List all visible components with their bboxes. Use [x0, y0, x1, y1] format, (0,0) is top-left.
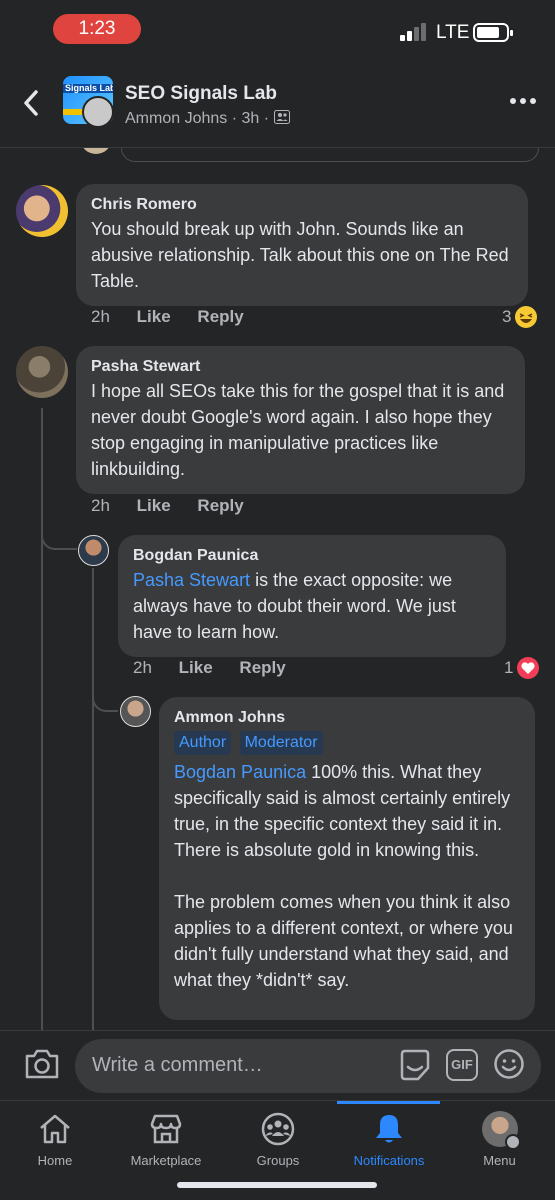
- tab-label: Home: [37, 1153, 73, 1168]
- like-button[interactable]: Like: [137, 496, 171, 515]
- groups-icon: [261, 1112, 295, 1146]
- reply-button[interactable]: Reply: [239, 658, 285, 677]
- camera-icon[interactable]: [24, 1047, 60, 1081]
- comment-text: Bogdan Paunica 100% this. What they spec…: [174, 759, 520, 863]
- thread-line: [92, 568, 94, 1030]
- group-avatar-text: Signals Lab: [65, 83, 113, 93]
- comment-bubble: Bogdan Paunica Pasha Stewart is the exac…: [118, 535, 506, 657]
- comment-composer: Write a comment… GIF: [0, 1030, 555, 1100]
- comment-bubble: Ammon Johns Author Moderator Bogdan Paun…: [159, 697, 535, 1020]
- meta-separator: ·: [263, 110, 270, 127]
- like-button[interactable]: Like: [179, 658, 213, 677]
- moderator-badge: Moderator: [239, 731, 323, 755]
- avatar[interactable]: [16, 346, 68, 398]
- comment-actions: 2h Like Reply: [133, 658, 308, 678]
- reaction-summary[interactable]: 3: [502, 306, 538, 328]
- group-name[interactable]: SEO Signals Lab: [125, 83, 277, 105]
- mention-link[interactable]: Bogdan Paunica: [174, 762, 306, 782]
- tab-label: Groups: [256, 1153, 300, 1168]
- tab-home[interactable]: Home: [0, 1101, 110, 1200]
- badge-row: Author Moderator: [174, 731, 520, 755]
- comment-author[interactable]: Chris Romero: [91, 194, 513, 216]
- comment-text: Pasha Stewart is the exact opposite: we …: [133, 567, 491, 645]
- comment-time: 2h: [91, 307, 110, 326]
- comment-time: 2h: [133, 658, 152, 677]
- post-time: 3h: [241, 110, 260, 127]
- signal-icon: [400, 23, 430, 41]
- bell-icon: [376, 1115, 402, 1143]
- comment-text: I hope all SEOs take this for the gospel…: [91, 381, 505, 479]
- battery-icon: [473, 23, 513, 42]
- comment-text: You should break up with John. Sounds li…: [91, 219, 509, 291]
- home-icon: [40, 1114, 70, 1144]
- poster-name[interactable]: Ammon Johns: [125, 110, 227, 127]
- more-options-icon[interactable]: [510, 98, 536, 106]
- comment-bubble: Chris Romero You should break up with Jo…: [76, 184, 528, 306]
- reaction-count: 1: [504, 658, 514, 677]
- poster-avatar[interactable]: [82, 96, 114, 128]
- home-indicator: [177, 1182, 377, 1188]
- sticker-icon[interactable]: [398, 1048, 432, 1082]
- gif-icon[interactable]: GIF: [446, 1049, 478, 1081]
- back-chevron-icon[interactable]: [20, 88, 42, 118]
- haha-emoji-icon: [515, 306, 538, 328]
- status-bar: 1:23 LTE: [0, 0, 555, 60]
- tab-label: Notifications: [353, 1153, 425, 1168]
- post-header: Signals Lab SEO Signals Lab Ammon Johns …: [0, 60, 555, 148]
- tab-menu[interactable]: Menu: [444, 1101, 555, 1200]
- avatar[interactable]: [16, 185, 68, 237]
- comment-author[interactable]: Pasha Stewart: [91, 356, 510, 378]
- comment-actions: 2h Like Reply: [91, 496, 266, 516]
- thread-connector: [92, 686, 118, 712]
- comment-author[interactable]: Bogdan Paunica: [133, 545, 491, 567]
- tab-label: Marketplace: [130, 1153, 202, 1168]
- network-label: LTE: [436, 22, 470, 43]
- reaction-count: 3: [502, 307, 512, 326]
- menu-avatar-icon: [481, 1111, 521, 1150]
- comment-text-paragraph: The problem comes when you think it also…: [174, 892, 513, 990]
- love-heart-icon: [517, 657, 540, 679]
- menu-lines-icon: [504, 1134, 521, 1150]
- reply-button[interactable]: Reply: [197, 496, 243, 515]
- meta-separator: ·: [231, 110, 238, 127]
- post-meta: Ammon Johns · 3h ·: [125, 110, 290, 128]
- emoji-icon[interactable]: [493, 1048, 525, 1080]
- reaction-summary[interactable]: 1: [504, 657, 540, 679]
- status-time: 1:23: [53, 14, 141, 44]
- thread-line: [41, 408, 43, 1030]
- avatar[interactable]: [78, 535, 109, 566]
- marketplace-icon: [150, 1114, 182, 1144]
- group-audience-icon: [273, 110, 290, 124]
- comment-bubble: Pasha Stewart I hope all SEOs take this …: [76, 346, 525, 494]
- comment-actions: 2h Like Reply: [91, 307, 266, 327]
- thread-connector: [41, 520, 77, 550]
- avatar[interactable]: [120, 696, 151, 727]
- like-button[interactable]: Like: [137, 307, 171, 326]
- comment-input-placeholder: Write a comment…: [92, 1054, 263, 1076]
- author-badge: Author: [174, 731, 232, 755]
- comment-time: 2h: [91, 496, 110, 515]
- reply-button[interactable]: Reply: [197, 307, 243, 326]
- mention-link[interactable]: Pasha Stewart: [133, 570, 250, 590]
- tab-label: Menu: [483, 1153, 516, 1168]
- comment-author[interactable]: Ammon Johns: [174, 707, 520, 729]
